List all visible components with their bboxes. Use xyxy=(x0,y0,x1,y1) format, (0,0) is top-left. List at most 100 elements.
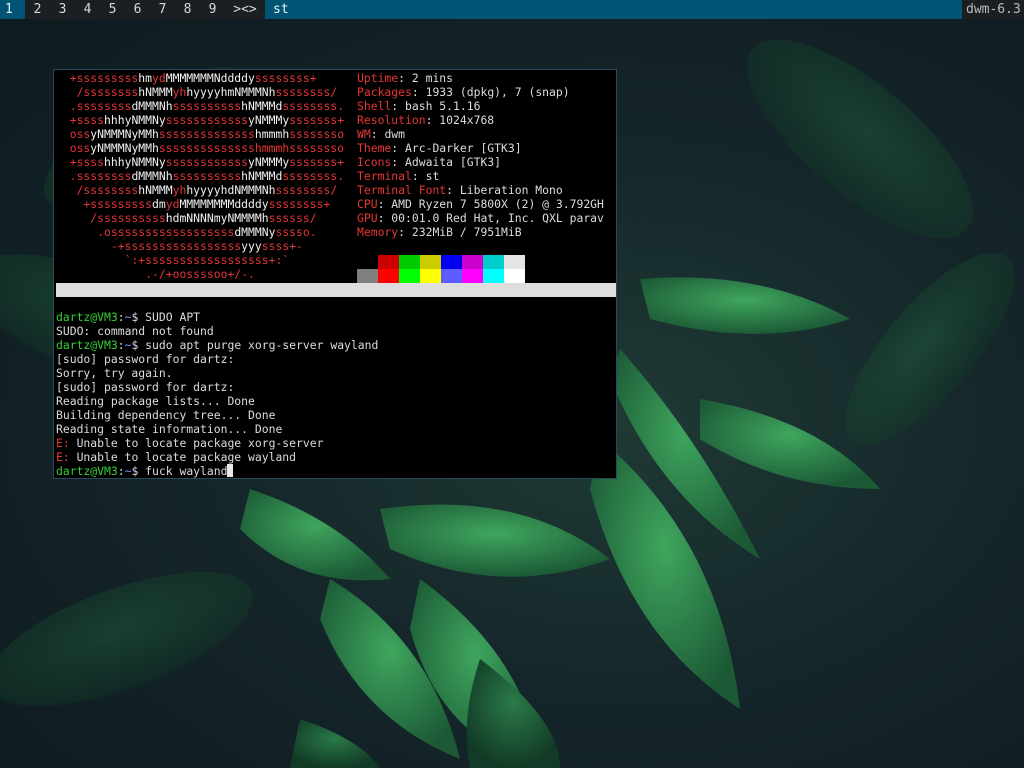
command-line: dartz@VM3:~$ sudo apt purge xorg-server … xyxy=(56,338,378,352)
palette-swatch xyxy=(504,269,525,283)
text-cursor[interactable] xyxy=(227,464,234,477)
logo-segment: sssssss+ xyxy=(289,155,345,169)
info-row-wm: WM: dwm xyxy=(357,127,615,141)
logo-segment: hyyyyhdNMMMNh xyxy=(186,183,276,197)
info-key: GPU xyxy=(357,211,378,225)
output-line: [sudo] password for dartz: xyxy=(56,380,235,394)
tag-1[interactable]: 1 xyxy=(0,0,25,19)
logo-line: /sssssssshNMMMyhhyyyyhmNMMMNhssssssss/ xyxy=(56,85,344,99)
command-text: sudo apt purge xorg-server wayland xyxy=(145,338,379,352)
logo-segment: dMMMNy xyxy=(234,225,276,239)
palette-swatch xyxy=(399,269,420,283)
output-line: E: Unable to locate package xorg-server xyxy=(56,436,378,450)
logo-segment: sssssss+ xyxy=(289,113,345,127)
logo-line: +ssssssssshmydMMMMMMMNddddyssssssss+ xyxy=(56,71,344,85)
prompt-colon: : xyxy=(117,338,125,352)
logo-segment: hhhyNMMNy xyxy=(104,113,166,127)
info-value: dwm xyxy=(384,127,406,141)
logo-segment: hNMMM xyxy=(138,85,173,99)
info-value: Adwaita [GTK3] xyxy=(405,155,502,169)
tag-list: 123456789 xyxy=(0,0,225,19)
logo-line: .ossssssssssssssssssdMMMNysssso. xyxy=(56,225,344,239)
info-key: Resolution xyxy=(357,113,426,127)
prompt-dollar: $ xyxy=(131,464,146,478)
logo-segment: dMMMNh xyxy=(131,169,173,183)
tag-6[interactable]: 6 xyxy=(125,0,150,19)
logo-segment: MMMMMMMNddddy xyxy=(165,71,255,85)
logo-line: .ssssssssdMMMNhsssssssssshNMMMdssssssss. xyxy=(56,169,344,183)
info-colon: : xyxy=(446,183,460,197)
terminal-window[interactable]: +ssssssssshmydMMMMMMMNddddyssssssss+ /ss… xyxy=(53,69,617,479)
tag-9[interactable]: 9 xyxy=(200,0,225,19)
logo-segment: yNMMMNyMMh xyxy=(90,141,159,155)
logo-segment: hmmmh xyxy=(254,127,290,141)
prompt-user: dartz@VM3 xyxy=(56,338,118,352)
command-line: dartz@VM3:~$ SUDO APT xyxy=(56,310,378,324)
info-colon: : xyxy=(377,211,392,225)
status-text: dwm-6.3 xyxy=(962,0,1024,19)
palette-swatch xyxy=(420,269,441,283)
output-line: Building dependency tree... Done xyxy=(56,408,276,422)
logo-segment: /ssssssss xyxy=(56,183,139,197)
logo-line: .-/+oossssoo+/-. xyxy=(56,267,344,281)
logo-segment: yd xyxy=(165,197,180,211)
prompt-dollar: $ xyxy=(131,338,146,352)
logo-segment: hm xyxy=(138,71,153,85)
logo-segment: MMMMMMMMddddy xyxy=(179,197,269,211)
info-row-resolution: Resolution: 1024x768 xyxy=(357,113,615,127)
dwm-status-bar: 123456789 ><> st dwm-6.3 xyxy=(0,0,1024,19)
info-value: Liberation Mono xyxy=(459,183,563,197)
info-value: 1933 (dpkg), 7 (snap) xyxy=(425,85,570,99)
logo-line: ossyNMMMNyMMhsssssssssssssshmmmhssssssso xyxy=(56,127,344,141)
tag-4[interactable]: 4 xyxy=(75,0,100,19)
tag-8[interactable]: 8 xyxy=(175,0,200,19)
logo-line: /sssssssshNMMMyhhyyyyhdNMMMNhssssssss/ xyxy=(56,183,344,197)
logo-segment: hhhyNMMNy xyxy=(104,155,166,169)
info-value: st xyxy=(425,169,440,183)
info-key: WM xyxy=(357,127,371,141)
tag-7[interactable]: 7 xyxy=(150,0,175,19)
palette-swatch xyxy=(357,255,378,269)
info-colon: : xyxy=(391,99,406,113)
info-value: 00:01.0 Red Hat, Inc. QXL parav xyxy=(391,211,604,225)
layout-indicator[interactable]: ><> xyxy=(225,0,265,19)
error-prefix: E: xyxy=(56,436,70,450)
logo-segment: yh xyxy=(172,183,187,197)
logo-segment: +sssssssss xyxy=(56,71,139,85)
info-row-terminal-font: Terminal Font: Liberation Mono xyxy=(357,183,615,197)
logo-segment: /ssssssss xyxy=(56,85,139,99)
logo-line: +sssssssssdmydMMMMMMMMddddyssssssss+ xyxy=(56,197,344,211)
info-row-gpu: GPU: 00:01.0 Red Hat, Inc. QXL parav xyxy=(357,211,615,225)
color-palette xyxy=(357,255,525,283)
logo-segment: yNMMMy xyxy=(248,155,290,169)
output-line: SUDO: command not found xyxy=(56,324,214,338)
info-key: Packages xyxy=(357,85,412,99)
tag-3[interactable]: 3 xyxy=(50,0,75,19)
logo-segment: ssssssssss xyxy=(172,99,242,113)
logo-segment: sssssssssssssshmmmhssssssso xyxy=(158,141,345,155)
prompt-colon: : xyxy=(117,310,125,324)
output-line: Reading package lists... Done xyxy=(56,394,255,408)
logo-segment: hyyyyhmNMMMNh xyxy=(186,85,276,99)
logo-line: ossyNMMMNyMMhsssssssssssssshmmmhssssssso xyxy=(56,141,344,155)
tag-5[interactable]: 5 xyxy=(100,0,125,19)
terminal-output[interactable]: dartz@VM3:~$ SUDO APT SUDO: command not f… xyxy=(56,310,378,478)
command-line: dartz@VM3:~$ fuck wayland xyxy=(56,464,378,478)
palette-swatch xyxy=(441,269,462,283)
logo-segment: `:+ssssssssssssssssss+:` xyxy=(56,253,290,267)
info-row-packages: Packages: 1933 (dpkg), 7 (snap) xyxy=(357,85,615,99)
window-title[interactable]: st xyxy=(265,0,962,19)
output-line: Sorry, try again. xyxy=(56,366,173,380)
info-colon: : xyxy=(411,169,426,183)
palette-swatch xyxy=(483,255,504,269)
error-text: Unable to locate package xorg-server xyxy=(69,436,324,450)
tag-2[interactable]: 2 xyxy=(25,0,50,19)
logo-segment: +sssssssss xyxy=(56,197,153,211)
logo-segment: yd xyxy=(152,71,166,85)
logo-segment: yNMMMNyMMh xyxy=(90,127,159,141)
prompt-colon: : xyxy=(117,464,125,478)
info-key: Uptime xyxy=(357,71,399,85)
prompt-user: dartz@VM3 xyxy=(56,310,118,324)
logo-segment: ssssssss. xyxy=(282,99,345,113)
info-colon: : xyxy=(391,155,406,169)
